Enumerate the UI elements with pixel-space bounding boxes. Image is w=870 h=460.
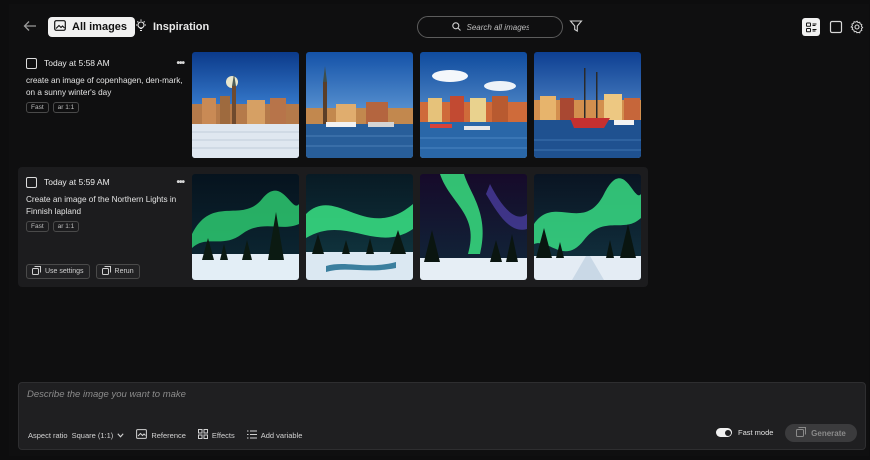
effects-label: Effects [211,430,235,440]
image-icon [54,20,66,34]
use-settings-button[interactable]: Use settings [26,264,90,279]
fast-mode-label: Fast mode [738,428,774,437]
prompt-composer: Aspect ratio Square (1:1) Reference Effe… [18,382,866,450]
add-variable-label: Add variable [260,430,303,440]
rerun-label: Rerun [114,268,134,275]
tag-aspect-ratio: ar 1:1 [52,221,80,232]
search-bar[interactable] [417,16,563,38]
tag-aspect-ratio: ar 1:1 [52,102,80,113]
fast-mode-control: Fast mode [716,428,773,437]
select-checkbox[interactable] [26,57,37,69]
more-options-icon[interactable]: ••• [176,177,184,188]
search-input[interactable] [466,22,529,32]
generate-icon [796,427,807,439]
aspect-ratio-value: Square (1:1) [71,430,114,440]
generation-timestamp: Today at 5:59 AM [44,177,110,187]
list-view-toggle-icon[interactable] [802,18,820,36]
lightbulb-icon [135,19,147,35]
add-variable-button[interactable]: Add variable [246,429,303,441]
prompt-input[interactable] [27,389,627,405]
reference-button[interactable]: Reference [136,429,186,441]
generated-image-aurora-3[interactable] [420,174,527,280]
generation-row-selected: Today at 5:59 AM ••• Create an image of … [18,167,648,287]
generation-prompt: create an image of copenhagen, den-mark,… [26,76,183,97]
generation-prompt: Create an image of the Northern Lights i… [26,195,177,216]
generated-image-copenhagen-2[interactable] [306,52,413,158]
reference-label: Reference [151,430,186,440]
tag-fast: Fast [26,102,49,113]
use-settings-label: Use settings [45,268,84,275]
generated-image-copenhagen-1[interactable] [192,52,299,158]
tab-all-images[interactable]: All images [48,17,136,37]
generate-button[interactable]: Generate [785,424,857,442]
generated-image-copenhagen-4[interactable] [534,52,641,158]
reference-image-icon [136,429,148,441]
effects-button[interactable]: Effects [197,429,235,441]
generated-image-aurora-2[interactable] [306,174,413,280]
effects-icon [197,429,208,441]
generated-images [192,174,641,280]
generated-image-aurora-4[interactable] [534,174,641,280]
tag-fast: Fast [26,221,49,232]
generation-meta: Today at 5:59 AM ••• Create an image of … [26,175,185,232]
search-icon [451,18,461,36]
generated-image-copenhagen-3[interactable] [420,52,527,158]
rerun-icon [101,266,111,277]
generate-label: Generate [811,428,846,438]
tab-all-images-label: All images [72,21,128,33]
back-arrow-icon[interactable] [22,18,40,36]
generation-timestamp: Today at 5:58 AM [44,58,110,68]
rerun-button[interactable]: Rerun [95,264,140,279]
generated-image-aurora-1[interactable] [192,174,299,280]
chevron-down-icon [117,431,124,440]
list-icon [246,429,257,441]
aspect-ratio-label: Aspect ratio [28,430,68,440]
settings-gear-icon[interactable] [850,20,864,34]
generation-meta: Today at 5:58 AM ••• create an image of … [26,56,185,113]
tab-inspiration-label: Inspiration [153,21,210,33]
copy-settings-icon [32,266,41,277]
aspect-ratio-selector[interactable]: Aspect ratio Square (1:1) [28,431,124,440]
generated-images [192,52,641,158]
filter-icon[interactable] [569,19,583,33]
single-view-toggle-icon[interactable] [829,20,843,34]
tab-inspiration[interactable]: Inspiration [131,17,213,37]
fast-mode-toggle[interactable] [716,428,732,437]
generation-row: Today at 5:58 AM ••• create an image of … [18,48,648,162]
top-bar: All images Inspiration [9,10,869,44]
more-options-icon[interactable]: ••• [176,58,184,69]
select-checkbox[interactable] [26,176,37,188]
